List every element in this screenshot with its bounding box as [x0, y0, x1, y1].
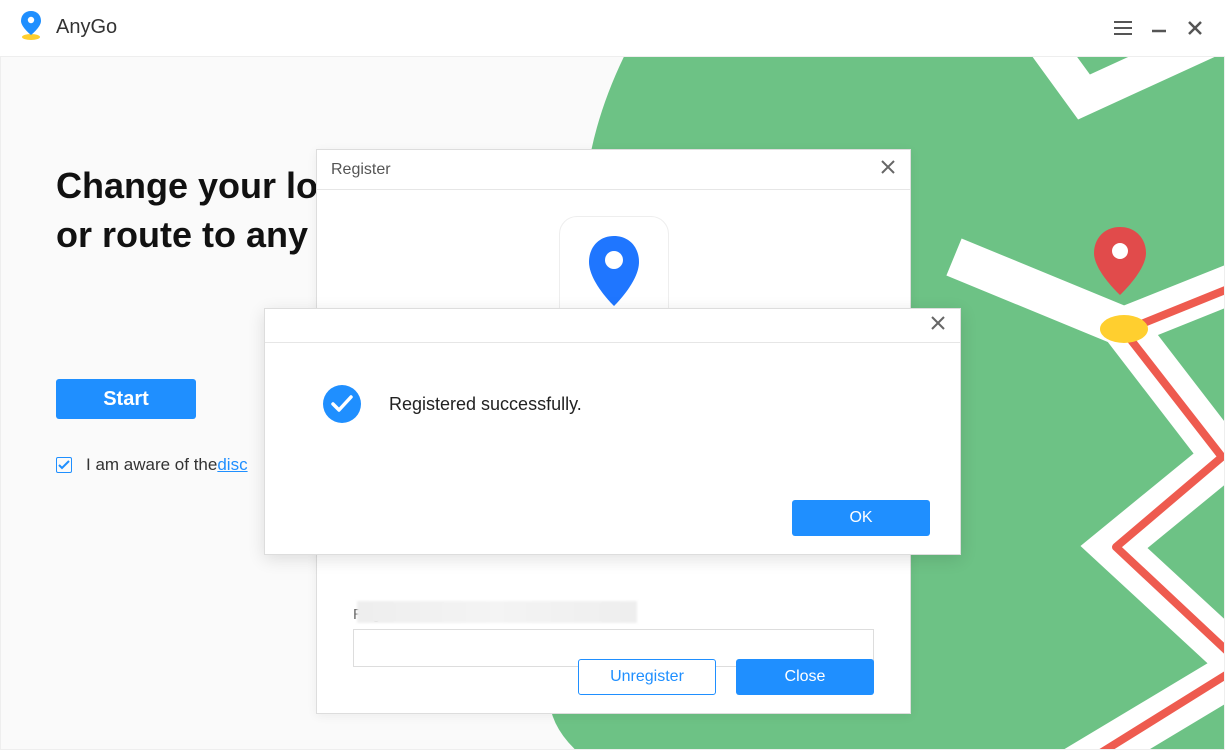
register-dialog-title: Register: [331, 161, 391, 179]
hero-line2: or route to any: [56, 214, 308, 255]
disclaimer-link[interactable]: disc: [217, 455, 247, 475]
register-dialog-close-icon[interactable]: [880, 158, 896, 181]
close-window-icon[interactable]: [1177, 10, 1213, 46]
alert-header: [265, 309, 960, 343]
start-button[interactable]: Start: [56, 379, 196, 419]
register-dialog-header: Register: [317, 150, 910, 190]
hero-heading: Change your lo or route to any: [56, 162, 318, 259]
hero-line1: Change your lo: [56, 165, 318, 206]
success-check-icon: [323, 385, 361, 423]
disclaimer-text: I am aware of the: [86, 455, 217, 475]
main-area: Change your lo or route to any Start I a…: [0, 56, 1225, 750]
app-logo-icon: [18, 9, 44, 46]
register-close-button[interactable]: Close: [736, 659, 874, 695]
app-title: AnyGo: [56, 16, 117, 39]
disclaimer-checkbox[interactable]: [56, 457, 72, 473]
alert-close-icon[interactable]: [930, 314, 946, 337]
success-alert-dialog: Registered successfully. OK: [264, 308, 961, 555]
unregister-button[interactable]: Unregister: [578, 659, 716, 695]
minimize-icon[interactable]: [1141, 10, 1177, 46]
alert-message: Registered successfully.: [389, 394, 582, 415]
redacted-code-overlay: [357, 601, 637, 623]
titlebar: AnyGo: [0, 0, 1225, 56]
menu-icon[interactable]: [1105, 10, 1141, 46]
alert-ok-button[interactable]: OK: [792, 500, 930, 536]
disclaimer-row: I am aware of the disc: [56, 455, 248, 475]
